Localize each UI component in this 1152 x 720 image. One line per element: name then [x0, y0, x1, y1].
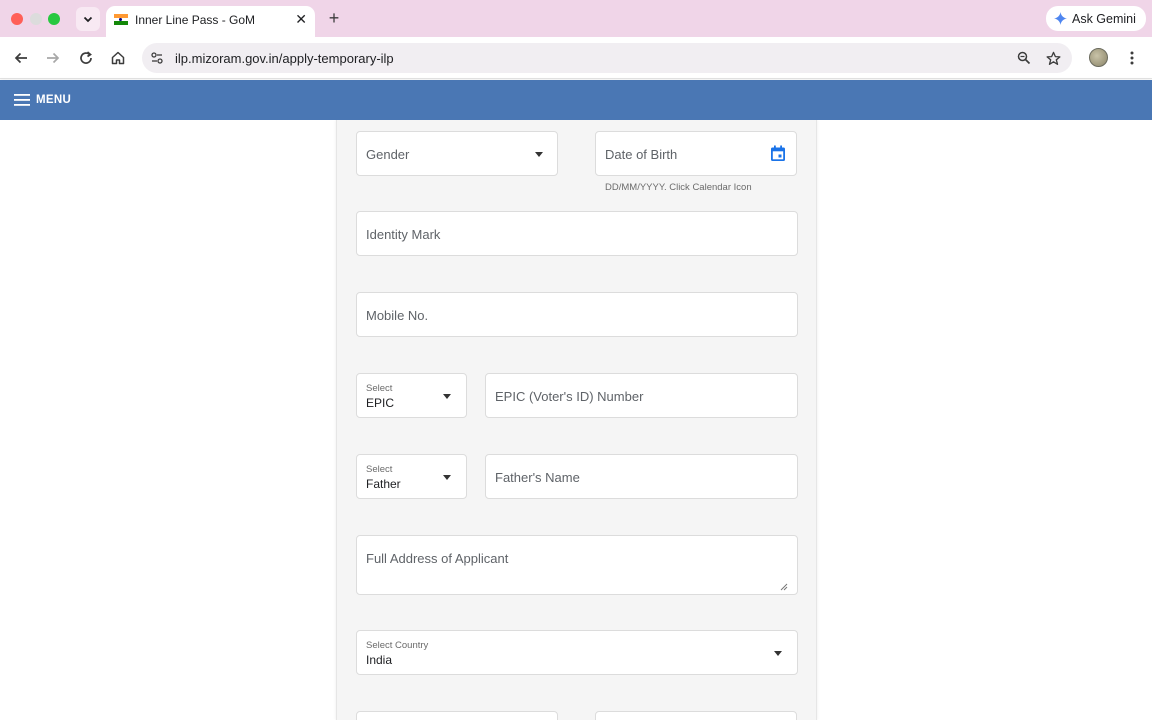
chevron-down-icon [83, 16, 93, 23]
epic-number-input[interactable]: EPIC (Voter's ID) Number [485, 373, 798, 418]
gender-select[interactable]: Gender [356, 131, 558, 176]
relative-name-placeholder: Father's Name [495, 470, 580, 485]
address-textarea[interactable]: Full Address of Applicant [356, 535, 798, 595]
caret-down-icon [443, 394, 451, 399]
caret-down-icon [535, 152, 543, 157]
relation-value: Father [366, 477, 401, 491]
close-icon[interactable]: ✕ [295, 11, 307, 28]
identity-mark-input[interactable]: Identity Mark [356, 211, 798, 256]
bookmark-star-icon[interactable] [1043, 48, 1063, 68]
home-icon [111, 51, 125, 65]
window-minimize-button[interactable] [30, 13, 42, 25]
dob-placeholder: Date of Birth [605, 147, 678, 162]
country-value: India [366, 653, 393, 667]
ask-gemini-button[interactable]: Ask Gemini [1046, 6, 1146, 31]
forward-icon [47, 52, 60, 64]
plus-icon[interactable]: + [325, 8, 343, 28]
caret-down-icon [443, 475, 451, 480]
profile-avatar[interactable] [1089, 48, 1108, 67]
reload-button[interactable] [74, 46, 98, 70]
country-label: Select Country [366, 640, 429, 651]
country-select[interactable]: Select Country India [356, 630, 798, 675]
mobile-placeholder: Mobile No. [366, 308, 429, 323]
menu-button[interactable]: MENU [14, 91, 71, 109]
next-field-left[interactable] [356, 711, 558, 720]
form-panel: Gender Date of Birth DD/MM/YYYY. Click C… [336, 120, 817, 720]
next-field-right[interactable] [595, 711, 797, 720]
hamburger-icon [14, 94, 30, 106]
url-text[interactable]: ilp.mizoram.gov.in/apply-temporary-ilp [175, 51, 394, 66]
relation-label: Select [366, 464, 393, 475]
browser-toolbar: ilp.mizoram.gov.in/apply-temporary-ilp [0, 37, 1152, 79]
menu-label: MENU [36, 94, 72, 106]
calendar-icon[interactable] [770, 145, 786, 162]
window-maximize-button[interactable] [48, 13, 60, 25]
back-icon [14, 52, 27, 64]
epic-number-placeholder: EPIC (Voter's ID) Number [495, 389, 644, 404]
site-settings-icon[interactable] [147, 48, 167, 68]
back-button[interactable] [9, 46, 33, 70]
forward-button[interactable] [41, 46, 65, 70]
relation-select[interactable]: Select Father [356, 454, 467, 499]
mobile-input[interactable]: Mobile No. [356, 292, 798, 337]
relative-name-input[interactable]: Father's Name [485, 454, 798, 499]
browser-tab-active[interactable]: Inner Line Pass - GoM ✕ [106, 6, 315, 37]
id-type-label: Select [366, 383, 393, 394]
caret-down-icon [774, 651, 782, 656]
id-type-select[interactable]: Select EPIC [356, 373, 467, 418]
ask-gemini-label: Ask Gemini [1072, 11, 1136, 26]
tab-search-button[interactable] [76, 7, 100, 31]
gender-placeholder: Gender [366, 147, 410, 162]
app-header: MENU [0, 80, 1152, 120]
page-content: Gender Date of Birth DD/MM/YYYY. Click C… [0, 120, 1152, 720]
identity-mark-placeholder: Identity Mark [366, 227, 441, 242]
tab-title: Inner Line Pass - GoM [135, 13, 256, 27]
browser-tab-strip: Inner Line Pass - GoM ✕ + Ask Gemini [0, 0, 1152, 37]
resize-handle-icon[interactable] [780, 583, 788, 591]
zoom-icon[interactable] [1014, 48, 1034, 68]
address-bar[interactable]: ilp.mizoram.gov.in/apply-temporary-ilp [142, 43, 1072, 73]
india-flag-icon [114, 14, 128, 26]
home-button[interactable] [106, 46, 130, 70]
window-close-button[interactable] [11, 13, 23, 25]
address-placeholder: Full Address of Applicant [366, 551, 509, 566]
kebab-menu-icon[interactable] [1124, 47, 1140, 69]
reload-icon [80, 51, 92, 64]
gemini-icon [1054, 12, 1067, 25]
id-type-value: EPIC [366, 396, 395, 410]
dob-helper-text: DD/MM/YYYY. Click Calendar Icon [605, 182, 752, 193]
dob-input[interactable]: Date of Birth [595, 131, 797, 176]
